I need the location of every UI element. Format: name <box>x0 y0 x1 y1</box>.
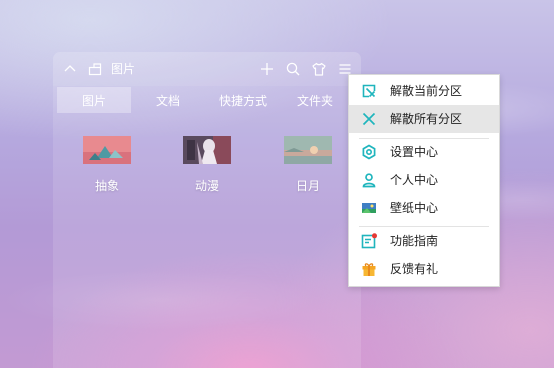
sun-moon-image-thumbnail <box>284 136 332 164</box>
collapse-chevron-up-icon[interactable] <box>62 61 78 77</box>
menu-item-wallpaper-center[interactable]: 壁纸中心 <box>349 194 499 222</box>
box-title[interactable]: 图片 <box>111 60 135 78</box>
search-icon[interactable] <box>285 61 301 77</box>
menu-item-label: 解散当前分区 <box>390 84 463 98</box>
tab-pictures[interactable]: 图片 <box>57 87 131 113</box>
menu-item-label: 壁纸中心 <box>390 201 439 215</box>
menu-item-dissolve-all[interactable]: 解散所有分区 <box>349 105 499 133</box>
user-icon <box>361 172 377 188</box>
file-label: 动漫 <box>194 179 219 193</box>
tab-folders[interactable]: 文件夹 <box>281 87 357 113</box>
menu-item-label: 功能指南 <box>390 234 439 248</box>
dissolve-all-icon <box>361 111 377 127</box>
menu-item-dissolve-current[interactable]: 解散当前分区 <box>349 77 499 105</box>
menu-item-label: 个人中心 <box>390 173 439 187</box>
file-label: 日月 <box>295 179 320 193</box>
guide-icon <box>361 233 377 249</box>
desktop-partition-box[interactable]: 图片 图片 文档 快捷方式 文件夹 抽象 动漫 日月 <box>53 52 361 368</box>
partition-box-icon <box>87 61 103 77</box>
file-item-anime[interactable]: 动漫 <box>177 136 237 193</box>
file-item-abstract[interactable]: 抽象 <box>77 136 137 193</box>
box-header[interactable]: 图片 <box>53 52 361 86</box>
menu-item-label: 设置中心 <box>390 145 439 159</box>
tab-shortcuts[interactable]: 快捷方式 <box>205 87 281 113</box>
context-menu: 解散当前分区 解散所有分区 设置中心 个人中心 壁纸中心 功能指南 反馈有礼 <box>348 74 500 287</box>
dissolve-current-icon <box>361 83 377 99</box>
add-plus-icon[interactable] <box>259 61 275 77</box>
menu-item-label: 反馈有礼 <box>390 262 439 276</box>
menu-item-feedback-gift[interactable]: 反馈有礼 <box>349 255 499 283</box>
menu-item-label: 解散所有分区 <box>390 112 463 126</box>
menu-item-personal-center[interactable]: 个人中心 <box>349 166 499 194</box>
menu-item-settings[interactable]: 设置中心 <box>349 138 499 166</box>
abstract-image-thumbnail <box>83 136 131 164</box>
file-label: 抽象 <box>94 179 119 193</box>
gift-icon <box>361 261 377 277</box>
category-tabs: 图片 文档 快捷方式 文件夹 <box>57 87 357 113</box>
file-item-sun-moon[interactable]: 日月 <box>278 136 338 193</box>
wallpaper-icon <box>361 200 377 216</box>
skin-shirt-icon[interactable] <box>311 61 327 77</box>
tab-documents[interactable]: 文档 <box>131 87 205 113</box>
anime-image-thumbnail <box>183 136 231 164</box>
menu-item-guide[interactable]: 功能指南 <box>349 227 499 255</box>
settings-icon <box>361 144 377 160</box>
